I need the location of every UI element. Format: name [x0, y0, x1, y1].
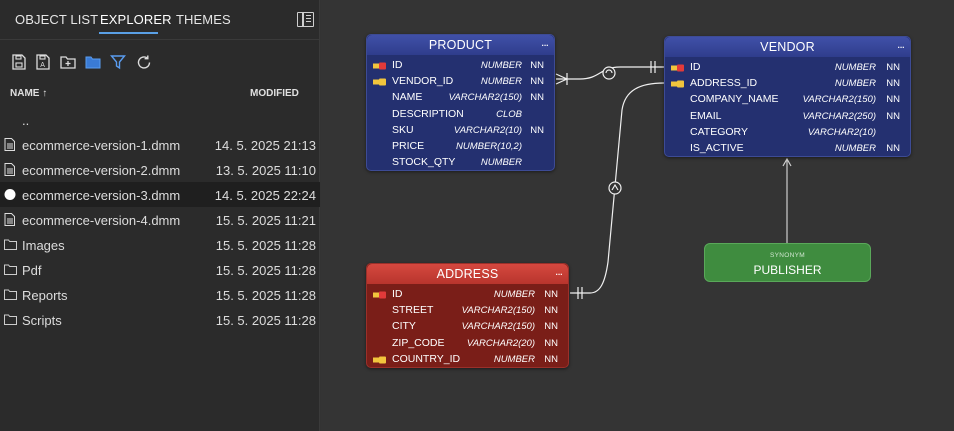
file-date: 13. 5. 2025 11:10 [215, 163, 316, 178]
save-icon[interactable] [10, 53, 28, 71]
primary-key-icon [671, 63, 684, 72]
attribute-row[interactable]: PRICE NUMBER(10,2) [367, 138, 554, 154]
attribute-row[interactable]: ID NUMBER NN [367, 57, 554, 73]
file-date: 15. 5. 2025 11:28 [215, 288, 316, 303]
entity-title: ADDRESS [436, 267, 499, 281]
file-date: 15. 5. 2025 11:28 [215, 263, 316, 278]
attribute-row[interactable]: STREET VARCHAR2(150) NN [367, 302, 568, 318]
file-date: 15. 5. 2025 11:21 [215, 213, 316, 228]
filter-icon[interactable] [109, 53, 127, 71]
attribute-row[interactable]: NAME VARCHAR2(150) NN [367, 89, 554, 105]
attribute-row[interactable]: STOCK_QTY NUMBER [367, 154, 554, 170]
entity-menu-icon[interactable]: ... [541, 32, 549, 53]
entity-header[interactable]: VENDOR ... [665, 37, 910, 57]
attribute-row[interactable]: ADDRESS_ID NUMBER NN [665, 75, 910, 91]
file-icon [4, 213, 16, 226]
primary-key-icon [373, 290, 386, 299]
entity-vendor[interactable]: VENDOR ... ID NUMBER NN ADDRESS_ID NUMBE… [664, 36, 911, 157]
refresh-icon[interactable] [135, 53, 153, 71]
list-item-folder[interactable]: Images 15. 5. 2025 11:28 [0, 232, 320, 257]
list-item-parent-folder[interactable]: .. [0, 107, 320, 132]
folder-name: Images [22, 238, 65, 253]
primary-key-icon [373, 61, 386, 70]
file-list-header: NAME ↑ MODIFIED [0, 86, 320, 102]
entity-product[interactable]: PRODUCT ... ID NUMBER NN VENDOR_ID NUMBE… [366, 34, 555, 171]
synonym-type-label: SYNONYM [770, 252, 805, 259]
explorer-toolbar: A [0, 50, 320, 74]
list-item-folder[interactable]: Pdf 15. 5. 2025 11:28 [0, 257, 320, 282]
file-date: 15. 5. 2025 11:28 [215, 238, 316, 253]
file-name: .. [22, 113, 30, 128]
list-item-file-selected[interactable]: ecommerce-version-3.dmm 14. 5. 2025 22:2… [0, 182, 320, 207]
file-name: ecommerce-version-1.dmm [22, 138, 181, 153]
list-item-file[interactable]: ecommerce-version-1.dmm 14. 5. 2025 21:1… [0, 132, 320, 157]
attribute-row[interactable]: ID NUMBER NN [367, 286, 568, 302]
folder-icon [4, 238, 17, 251]
file-name: ecommerce-version-3.dmm [22, 188, 181, 203]
attribute-row[interactable]: COUNTRY_ID NUMBER NN [367, 351, 568, 367]
name-column-header[interactable]: NAME ↑ [10, 88, 47, 99]
entity-header[interactable]: PRODUCT ... [367, 35, 554, 55]
folder-icon [4, 263, 17, 276]
entity-address[interactable]: ADDRESS ... ID NUMBER NN STREET VARCHAR2… [366, 263, 569, 368]
folder-name: Scripts [22, 313, 62, 328]
attribute-row[interactable]: CITY VARCHAR2(150) NN [367, 318, 568, 334]
file-icon [4, 163, 16, 176]
attribute-row[interactable]: COMPANY_NAME VARCHAR2(150) NN [665, 91, 910, 107]
entity-menu-icon[interactable]: ... [897, 34, 905, 55]
entity-title: VENDOR [760, 40, 815, 54]
file-date: 14. 5. 2025 21:13 [214, 138, 316, 153]
file-name: ecommerce-version-4.dmm [22, 213, 181, 228]
panel-tabs: OBJECT LIST EXPLORER THEMES [0, 0, 320, 40]
attribute-row[interactable]: ID NUMBER NN [665, 59, 910, 75]
svg-text:A: A [40, 62, 45, 69]
foreign-key-icon [373, 77, 386, 86]
entity-header[interactable]: ADDRESS ... [367, 264, 568, 284]
folder-icon [4, 313, 17, 326]
open-file-dot-icon [4, 188, 16, 201]
list-item-folder[interactable]: Reports 15. 5. 2025 11:28 [0, 282, 320, 307]
file-icon [4, 138, 16, 151]
attribute-row[interactable]: ZIP_CODE VARCHAR2(20) NN [367, 335, 568, 351]
synonym-publisher[interactable]: SYNONYM PUBLISHER [704, 243, 871, 282]
attribute-row[interactable]: DESCRIPTION CLOB [367, 106, 554, 122]
open-folder-icon[interactable] [84, 53, 102, 71]
entity-menu-icon[interactable]: ... [555, 261, 563, 282]
explorer-panel: OBJECT LIST EXPLORER THEMES A NAME ↑ MOD… [0, 0, 320, 431]
attribute-row[interactable]: CATEGORY VARCHAR2(10) [665, 124, 910, 140]
synonym-name: PUBLISHER [753, 263, 822, 277]
attribute-row[interactable]: IS_ACTIVE NUMBER NN [665, 140, 910, 156]
modified-column-header[interactable]: MODIFIED [250, 88, 299, 99]
file-name: ecommerce-version-2.dmm [22, 163, 181, 178]
list-item-file[interactable]: ecommerce-version-4.dmm 15. 5. 2025 11:2… [0, 207, 320, 232]
entity-title: PRODUCT [428, 38, 493, 52]
foreign-key-icon [373, 355, 386, 364]
folder-icon [4, 288, 17, 301]
attribute-row[interactable]: VENDOR_ID NUMBER NN [367, 73, 554, 89]
list-item-folder[interactable]: Scripts 15. 5. 2025 11:28 [0, 307, 320, 332]
foreign-key-icon [671, 79, 684, 88]
file-date: 15. 5. 2025 11:28 [215, 313, 316, 328]
attribute-row[interactable]: SKU VARCHAR2(10) NN [367, 122, 554, 138]
folder-name: Reports [22, 288, 68, 303]
toggle-panel-icon[interactable] [297, 12, 314, 27]
folder-name: Pdf [22, 263, 42, 278]
file-date: 14. 5. 2025 22:24 [214, 188, 316, 203]
save-as-icon[interactable]: A [34, 53, 52, 71]
attribute-row[interactable]: EMAIL VARCHAR2(250) NN [665, 108, 910, 124]
tab-explorer[interactable]: EXPLORER [100, 12, 172, 27]
active-tab-indicator [99, 32, 158, 34]
tab-object-list[interactable]: OBJECT LIST [15, 12, 98, 27]
tab-themes[interactable]: THEMES [176, 12, 231, 27]
list-item-file[interactable]: ecommerce-version-2.dmm 13. 5. 2025 11:1… [0, 157, 320, 182]
new-folder-icon[interactable] [59, 53, 77, 71]
